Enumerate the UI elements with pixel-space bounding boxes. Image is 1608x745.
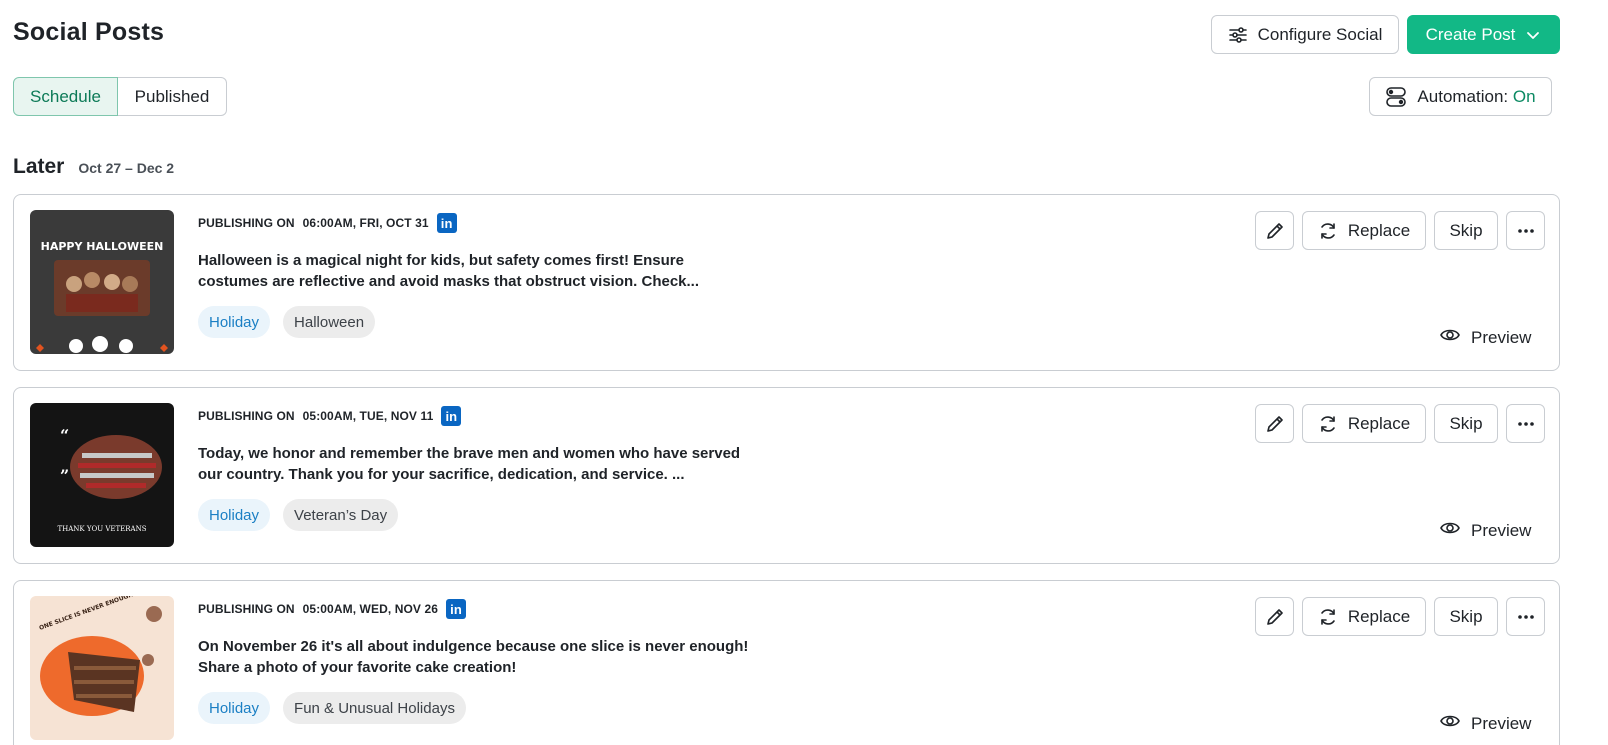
- post-thumbnail[interactable]: ONE SLICE IS NEVER ENOUGH: [30, 596, 174, 740]
- post-tags: Holiday Fun & Unusual Holidays: [198, 692, 466, 724]
- tag-chip: Fun & Unusual Holidays: [283, 692, 466, 724]
- preview-link[interactable]: Preview: [1439, 517, 1531, 544]
- more-options-button[interactable]: [1506, 597, 1545, 636]
- skip-button[interactable]: Skip: [1434, 211, 1498, 250]
- sliders-icon: [1228, 25, 1248, 45]
- publishing-prefix: PUBLISHING ON: [198, 602, 295, 616]
- post-text: Today, we honor and remember the brave m…: [198, 445, 741, 483]
- pencil-icon: [1265, 607, 1285, 627]
- replace-button[interactable]: Replace: [1302, 211, 1426, 250]
- post-card: ONE SLICE IS NEVER ENOUGH PUBLISHING ON …: [13, 580, 1560, 745]
- thumb-caption: THANK YOU VETERANS: [57, 525, 146, 533]
- edit-button[interactable]: [1255, 597, 1294, 636]
- refresh-icon: [1318, 607, 1338, 627]
- tab-published[interactable]: Published: [118, 77, 227, 116]
- post-thumbnail[interactable]: “ ” THANK YOU VETERANS: [30, 403, 174, 547]
- pencil-icon: [1265, 414, 1285, 434]
- replace-label: Replace: [1347, 606, 1411, 626]
- tag-chip: Veteran’s Day: [283, 499, 399, 531]
- edit-button[interactable]: [1255, 404, 1294, 443]
- post-tags: Holiday Halloween: [198, 306, 376, 338]
- publish-datetime: 06:00AM, FRI, OCT 31: [302, 216, 429, 230]
- preview-label: Preview: [1471, 327, 1532, 347]
- automation-toggle-button[interactable]: Automation: On: [1369, 77, 1552, 116]
- edit-button[interactable]: [1255, 211, 1294, 250]
- publish-datetime: 05:00AM, TUE, NOV 11: [302, 409, 434, 423]
- refresh-icon: [1318, 414, 1338, 434]
- tag-chip: Halloween: [283, 306, 376, 338]
- ellipsis-icon: [1516, 414, 1536, 434]
- post-tags: Holiday Veteran’s Day: [198, 499, 399, 531]
- svg-text:“: “: [60, 426, 69, 445]
- publish-meta: PUBLISHING ON 05:00AM, WED, NOV 26 in: [198, 599, 467, 619]
- eye-icon: [1439, 517, 1461, 544]
- tag-chip: Holiday: [198, 499, 271, 531]
- refresh-icon: [1318, 221, 1338, 241]
- post-thumbnail[interactable]: HAPPY HALLOWEEN: [30, 210, 174, 354]
- pencil-icon: [1265, 221, 1285, 241]
- svg-text:”: ”: [60, 466, 69, 485]
- publishing-prefix: PUBLISHING ON: [198, 409, 295, 423]
- create-post-button[interactable]: Create Post: [1407, 15, 1560, 54]
- replace-button[interactable]: Replace: [1302, 404, 1426, 443]
- tag-chip: Holiday: [198, 306, 271, 338]
- linkedin-icon: in: [441, 406, 462, 426]
- section-date-range: Oct 27 – Dec 2: [78, 160, 175, 176]
- skip-button[interactable]: Skip: [1434, 404, 1498, 443]
- section-header: Later Oct 27 – Dec 2: [13, 155, 174, 179]
- configure-social-label: Configure Social: [1257, 24, 1383, 44]
- automation-label: Automation:: [1417, 86, 1509, 106]
- publish-meta: PUBLISHING ON 06:00AM, FRI, OCT 31 in: [198, 213, 457, 233]
- preview-link[interactable]: Preview: [1439, 710, 1531, 737]
- replace-label: Replace: [1347, 413, 1411, 433]
- automation-status: On: [1512, 86, 1536, 106]
- post-card: “ ” THANK YOU VETERANS PUBLISHING ON 05:…: [13, 387, 1560, 564]
- eye-icon: [1439, 710, 1461, 737]
- more-options-button[interactable]: [1506, 404, 1545, 443]
- post-text: On November 26 it's all about indulgence…: [198, 638, 749, 676]
- post-card: HAPPY HALLOWEEN PUBLISHING ON 06:00AM, F…: [13, 194, 1560, 371]
- linkedin-icon: in: [436, 213, 457, 233]
- chevron-down-icon: [1525, 27, 1541, 43]
- tag-chip: Holiday: [198, 692, 271, 724]
- linkedin-icon: in: [446, 599, 467, 619]
- publishing-prefix: PUBLISHING ON: [198, 216, 295, 230]
- automation-icon: [1385, 86, 1407, 108]
- more-options-button[interactable]: [1506, 211, 1545, 250]
- tab-schedule[interactable]: Schedule: [13, 77, 118, 116]
- publish-meta: PUBLISHING ON 05:00AM, TUE, NOV 11 in: [198, 406, 462, 426]
- thumb-caption: HAPPY HALLOWEEN: [41, 240, 164, 253]
- create-post-label: Create Post: [1425, 24, 1516, 44]
- preview-link[interactable]: Preview: [1439, 324, 1531, 351]
- ellipsis-icon: [1516, 607, 1536, 627]
- preview-label: Preview: [1471, 520, 1532, 540]
- skip-button[interactable]: Skip: [1434, 597, 1498, 636]
- ellipsis-icon: [1516, 221, 1536, 241]
- replace-label: Replace: [1347, 220, 1411, 240]
- post-text: Halloween is a magical night for kids, b…: [198, 252, 700, 290]
- eye-icon: [1439, 324, 1461, 351]
- page-title: Social Posts: [13, 18, 165, 46]
- preview-label: Preview: [1471, 713, 1532, 733]
- view-tabs: Schedule Published: [13, 77, 227, 116]
- replace-button[interactable]: Replace: [1302, 597, 1426, 636]
- section-title: Later: [13, 155, 65, 178]
- publish-datetime: 05:00AM, WED, NOV 26: [302, 602, 439, 616]
- configure-social-button[interactable]: Configure Social: [1211, 15, 1399, 54]
